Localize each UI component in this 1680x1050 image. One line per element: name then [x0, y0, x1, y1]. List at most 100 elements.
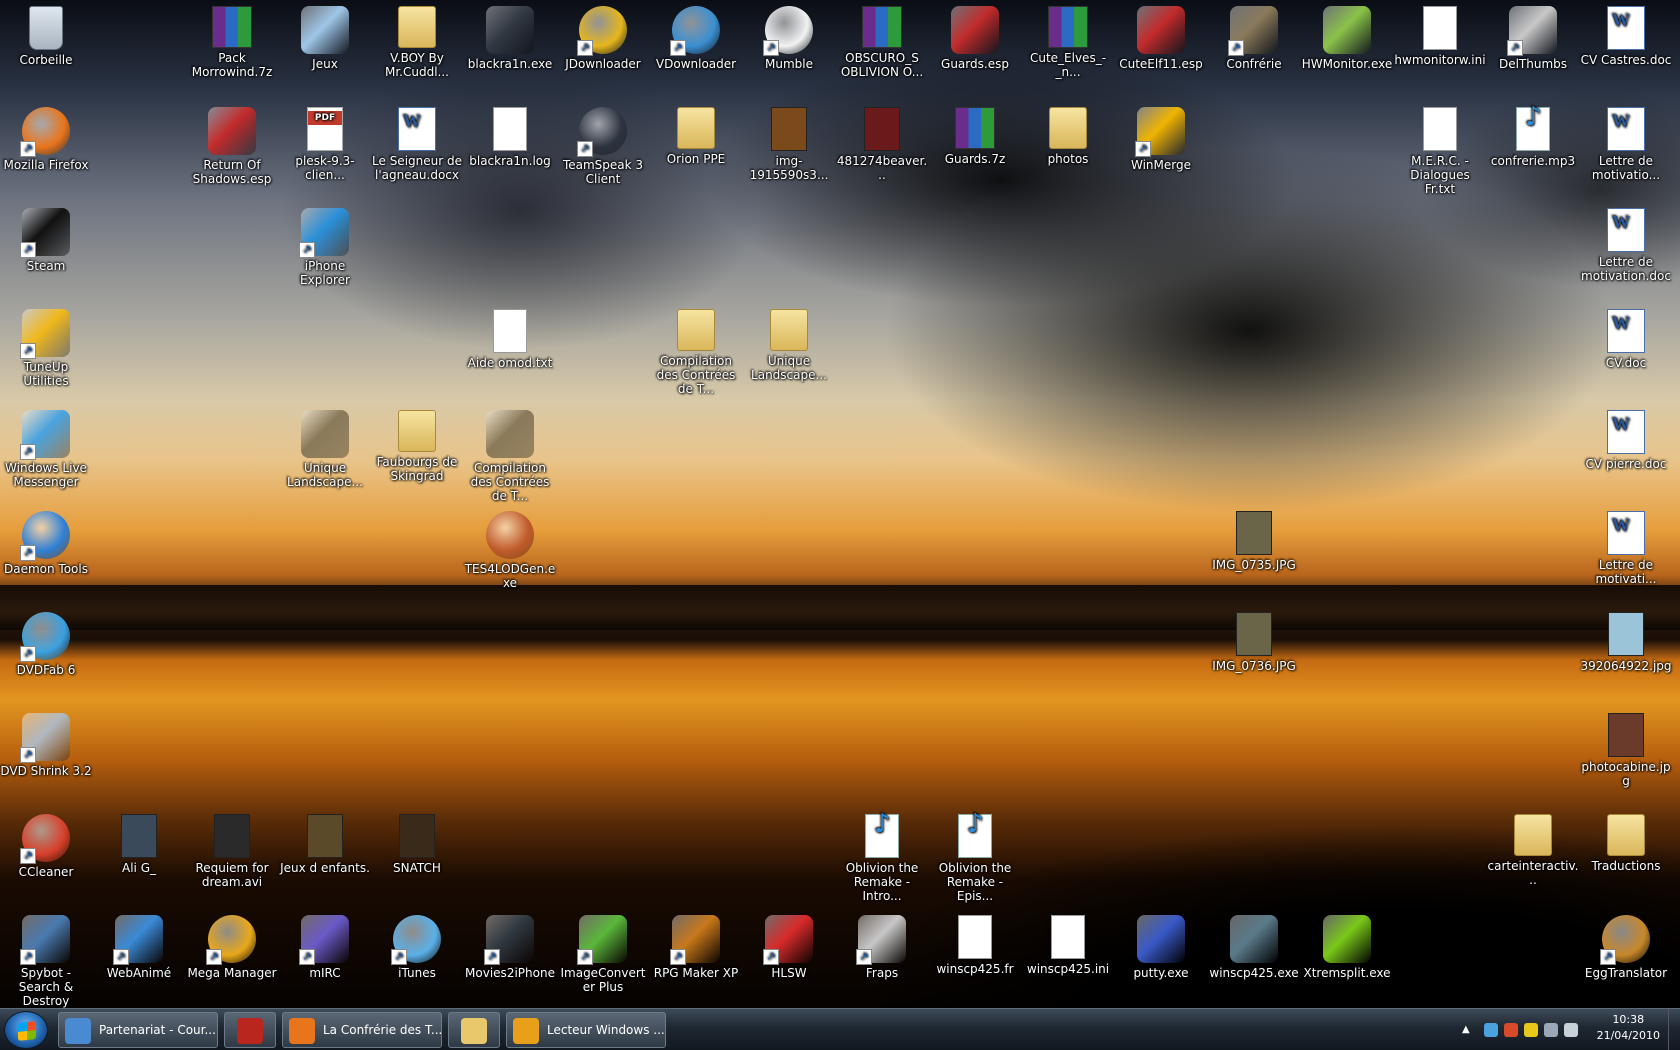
desktop-icon[interactable]: mIRC: [279, 915, 371, 980]
desktop-icon[interactable]: plesk-9.3-clien...: [279, 107, 371, 182]
desktop-icon[interactable]: TuneUp Utilities: [0, 309, 92, 388]
desktop-icon[interactable]: Ali G_: [93, 814, 185, 875]
show-hidden-icons-icon[interactable]: ▲: [1462, 1023, 1476, 1037]
desktop-icon[interactable]: carteinteractiv...: [1487, 814, 1579, 887]
desktop-icon[interactable]: hwmonitorw.ini: [1394, 6, 1486, 67]
desktop-icon[interactable]: Mega Manager: [186, 915, 278, 980]
desktop-icon[interactable]: ImageConverter Plus: [557, 915, 649, 994]
taskbar-button[interactable]: Lecteur Windows ...: [506, 1012, 666, 1048]
desktop-icon[interactable]: Guards.7z: [929, 107, 1021, 166]
desktop-icon[interactable]: Confrérie: [1208, 6, 1300, 71]
desktop-icon[interactable]: EggTranslator: [1580, 915, 1672, 980]
desktop-icon[interactable]: TES4LODGen.exe: [464, 511, 556, 590]
desktop-icon[interactable]: Aide omod.txt: [464, 309, 556, 370]
desktop-icon[interactable]: CV Castres.doc: [1580, 6, 1672, 67]
clock[interactable]: 10:38 21/04/2010: [1597, 1012, 1660, 1044]
taskbar-button[interactable]: Partenariat - Cour...: [58, 1012, 218, 1048]
network-tray-icon[interactable]: [1544, 1023, 1558, 1037]
desktop-icon[interactable]: IMG_0736.JPG: [1208, 612, 1300, 673]
desktop-icon[interactable]: Return Of Shadows.esp: [186, 107, 278, 186]
desktop-icon[interactable]: Compilation des Contrées de T...: [650, 309, 742, 396]
desktop-icon[interactable]: CuteElf11.esp: [1115, 6, 1207, 71]
desktop-icon[interactable]: iPhone Explorer: [279, 208, 371, 287]
desktop-icon[interactable]: Spybot - Search & Destroy: [0, 915, 92, 1008]
flag-tray-icon[interactable]: [1524, 1023, 1538, 1037]
show-desktop-button[interactable]: [1668, 1009, 1680, 1050]
desktop-icon[interactable]: Windows Live Messenger: [0, 410, 92, 489]
desktop-icon[interactable]: CCleaner: [0, 814, 92, 879]
desktop-icon[interactable]: Orion PPE: [650, 107, 742, 166]
desktop-icon[interactable]: V.BOY By Mr.Cuddl...: [371, 6, 463, 79]
desktop-icon[interactable]: HWMonitor.exe: [1301, 6, 1393, 71]
desktop-icon[interactable]: Lettre de motivati...: [1580, 511, 1672, 586]
desktop-icon[interactable]: 481274beaver...: [836, 107, 928, 182]
desktop-icon[interactable]: Oblivion the Remake - Epis...: [929, 814, 1021, 903]
desktop-icon[interactable]: photocabine.jpg: [1580, 713, 1672, 788]
messenger-tray-icon[interactable]: [1484, 1023, 1498, 1037]
desktop-icon[interactable]: Fraps: [836, 915, 928, 980]
desktop-icon[interactable]: TeamSpeak 3 Client: [557, 107, 649, 186]
desktop-icon[interactable]: Jeux d enfants.: [279, 814, 371, 875]
desktop-icon[interactable]: Oblivion the Remake - Intro...: [836, 814, 928, 903]
desktop-icon[interactable]: SNATCH: [371, 814, 463, 875]
desktop-icon[interactable]: DelThumbs: [1487, 6, 1579, 71]
desktop-icon[interactable]: blackra1n.log: [464, 107, 556, 168]
application-icon: [208, 107, 256, 155]
desktop-icon[interactable]: winscp425.ini: [1022, 915, 1114, 976]
desktop-icon[interactable]: CV.doc: [1580, 309, 1672, 370]
desktop-icon-label: Aide omod.txt: [467, 356, 553, 370]
desktop-icon[interactable]: Traductions: [1580, 814, 1672, 873]
desktop-icon[interactable]: blackra1n.exe: [464, 6, 556, 71]
desktop-icon[interactable]: Unique Landscape...: [743, 309, 835, 382]
desktop-icon[interactable]: Guards.esp: [929, 6, 1021, 71]
desktop-icon-label: Steam: [26, 259, 66, 273]
desktop-icon-label: HLSW: [771, 966, 807, 980]
desktop-icon[interactable]: Cute_Elves_-_n...: [1022, 6, 1114, 79]
desktop-icon[interactable]: 392064922.jpg: [1580, 612, 1672, 673]
desktop-icon[interactable]: Compilation des Contrées de T...: [464, 410, 556, 503]
desktop-icon[interactable]: JDownloader: [557, 6, 649, 71]
desktop-icon[interactable]: VDownloader: [650, 6, 742, 71]
desktop-icon[interactable]: Unique Landscape...: [279, 410, 371, 489]
volume-icon[interactable]: [1564, 1023, 1578, 1037]
antivirus-tray-icon[interactable]: [1504, 1023, 1518, 1037]
desktop-icon[interactable]: Jeux: [279, 6, 371, 71]
desktop-icon[interactable]: Mumble: [743, 6, 835, 71]
desktop-icon[interactable]: Daemon Tools: [0, 511, 92, 576]
desktop-icon[interactable]: Corbeille: [0, 6, 92, 67]
start-button[interactable]: [4, 1011, 48, 1049]
desktop-icon[interactable]: photos: [1022, 107, 1114, 166]
desktop-icon[interactable]: Pack Morrowind.7z: [186, 6, 278, 79]
desktop-icon[interactable]: img-1915590s3...: [743, 107, 835, 182]
desktop-icon[interactable]: winscp425.fr: [929, 915, 1021, 976]
desktop-icon[interactable]: HLSW: [743, 915, 835, 980]
desktop-icon[interactable]: Steam: [0, 208, 92, 273]
taskbar-button[interactable]: La Confrérie des T...: [282, 1012, 442, 1048]
desktop-icon[interactable]: Mozilla Firefox: [0, 107, 92, 172]
taskbar-pinned-explorer[interactable]: [448, 1012, 500, 1048]
desktop-icon-label: HWMonitor.exe: [1301, 57, 1393, 71]
desktop-icon[interactable]: Lettre de motivation.doc: [1580, 208, 1672, 283]
application-icon: [1507, 6, 1557, 56]
desktop-icon[interactable]: Xtremsplit.exe: [1301, 915, 1393, 980]
desktop-icon[interactable]: DVD Shrink 3.2: [0, 713, 92, 778]
desktop-icon[interactable]: Lettre de motivatio...: [1580, 107, 1672, 182]
desktop-icon[interactable]: Le Seigneur de l'agneau.docx: [371, 107, 463, 182]
desktop-icon[interactable]: M.E.R.C. - Dialogues Fr.txt: [1394, 107, 1486, 196]
desktop-icon[interactable]: Movies2iPhone: [464, 915, 556, 980]
desktop-icon[interactable]: OBSCURO_S OBLIVION O...: [836, 6, 928, 79]
desktop-icon[interactable]: CV pierre.doc: [1580, 410, 1672, 471]
desktop-icon[interactable]: winscp425.exe: [1208, 915, 1300, 980]
desktop-icon-label: VDownloader: [655, 57, 737, 71]
desktop-icon[interactable]: DVDFab 6: [0, 612, 92, 677]
desktop-icon[interactable]: confrerie.mp3: [1487, 107, 1579, 168]
desktop-icon[interactable]: Requiem for dream.avi: [186, 814, 278, 889]
desktop-icon[interactable]: RPG Maker XP: [650, 915, 742, 980]
desktop-icon[interactable]: putty.exe: [1115, 915, 1207, 980]
taskbar-pinned-filezilla[interactable]: [224, 1012, 276, 1048]
desktop-icon[interactable]: iTunes: [371, 915, 463, 980]
desktop-icon[interactable]: WebAnimé: [93, 915, 185, 980]
desktop-icon[interactable]: Faubourgs de Skingrad: [371, 410, 463, 483]
desktop-icon[interactable]: WinMerge: [1115, 107, 1207, 172]
desktop-icon[interactable]: IMG_0735.JPG: [1208, 511, 1300, 572]
